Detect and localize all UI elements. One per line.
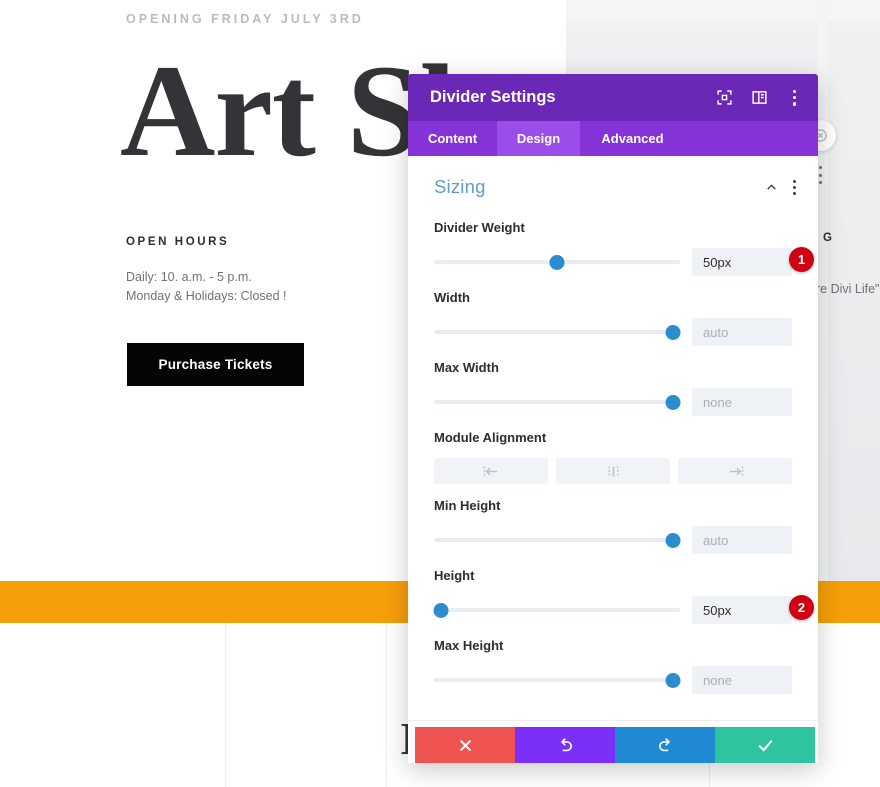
slider-thumb[interactable] xyxy=(433,602,449,618)
field-max-width: Max Width none xyxy=(408,360,818,416)
modal-header-actions xyxy=(715,88,804,107)
redo-icon xyxy=(658,737,670,751)
field-row: auto xyxy=(434,526,792,554)
field-row: none xyxy=(434,388,792,416)
slider-thumb[interactable] xyxy=(665,532,681,548)
settings-scroll-area: Sizing Divider Weight 50px 1 Width auto … xyxy=(408,156,818,763)
slider-track xyxy=(434,538,680,542)
sizing-section-actions xyxy=(764,179,796,195)
slider-height[interactable] xyxy=(433,602,680,618)
annotation-badge-2: 2 xyxy=(789,595,814,620)
background-right-panel-top xyxy=(566,0,880,20)
slider-thumb[interactable] xyxy=(665,394,681,410)
open-hours-line-1: Daily: 10. a.m. - 5 p.m. xyxy=(126,270,252,284)
field-row: none xyxy=(434,666,792,694)
open-hours-line-2: Monday & Holidays: Closed ! xyxy=(126,289,287,303)
field-min-height: Min Height auto xyxy=(408,498,818,554)
field-label: Min Height xyxy=(434,498,501,513)
sizing-more-vertical-icon[interactable] xyxy=(792,179,796,195)
more-vertical-icon[interactable] xyxy=(785,88,804,107)
page-scroll-rail[interactable] xyxy=(818,0,828,592)
value-max-width[interactable]: none xyxy=(692,388,792,416)
purchase-tickets-button[interactable]: Purchase Tickets xyxy=(127,343,304,386)
slider-thumb[interactable] xyxy=(665,324,681,340)
slider-max-height[interactable] xyxy=(434,672,681,688)
redo-button[interactable] xyxy=(615,727,715,763)
align-right-button[interactable] xyxy=(678,458,792,484)
value-height[interactable]: 50px 2 xyxy=(692,595,814,624)
value-min-height[interactable]: auto xyxy=(692,526,792,554)
value-text: auto xyxy=(703,532,729,548)
sizing-section-title: Sizing xyxy=(434,176,486,197)
align-right-icon xyxy=(729,466,743,476)
value-width[interactable]: auto xyxy=(692,318,792,346)
value-text: none xyxy=(703,394,732,410)
modal-action-bar xyxy=(415,727,815,763)
slider-max-width[interactable] xyxy=(434,394,681,410)
layout-view-icon[interactable] xyxy=(750,88,769,107)
clipped-quote-text: re Divi Life" xyxy=(816,282,880,296)
slider-track xyxy=(434,678,680,682)
value-text: 50px xyxy=(703,602,732,618)
slider-thumb[interactable] xyxy=(549,254,565,270)
field-width: Width auto xyxy=(408,290,818,346)
field-divider-weight: Divider Weight 50px 1 xyxy=(408,220,818,276)
tab-content[interactable]: Content xyxy=(408,121,497,156)
field-label: Divider Weight xyxy=(434,220,525,235)
slider-track xyxy=(434,400,680,404)
field-height: Height 50px 2 xyxy=(408,568,818,624)
undo-icon xyxy=(560,737,572,751)
modal-tabs: Content Design Advanced xyxy=(408,121,818,156)
column-divider-2 xyxy=(386,623,387,787)
align-center-button[interactable] xyxy=(556,458,670,484)
field-label: Max Width xyxy=(434,360,499,375)
slider-track xyxy=(434,330,680,334)
field-label: Module Alignment xyxy=(434,430,547,445)
slider-divider-weight[interactable] xyxy=(434,254,680,270)
field-module-alignment: Module Alignment xyxy=(408,430,818,484)
field-row: auto xyxy=(434,318,792,346)
close-icon xyxy=(459,739,471,751)
field-label: Max Height xyxy=(434,638,504,653)
value-max-height[interactable]: none xyxy=(692,666,792,694)
undo-button[interactable] xyxy=(515,727,615,763)
slider-min-height[interactable] xyxy=(434,532,681,548)
open-hours-heading: OPEN HOURS xyxy=(126,236,230,248)
field-row: 50px 1 xyxy=(434,247,814,276)
slider-thumb[interactable] xyxy=(665,672,681,688)
value-text: auto xyxy=(703,324,729,340)
column-divider-1 xyxy=(225,623,226,787)
modal-header: Divider Settings xyxy=(408,74,818,121)
tab-advanced[interactable]: Advanced xyxy=(580,121,685,156)
slider-track xyxy=(434,608,680,612)
cancel-button[interactable] xyxy=(415,727,515,763)
align-left-button[interactable] xyxy=(434,458,548,484)
sizing-section-header[interactable]: Sizing xyxy=(408,156,818,206)
modal-body: Sizing Divider Weight 50px 1 Width auto … xyxy=(408,156,818,763)
check-icon xyxy=(758,739,772,751)
value-text: 50px xyxy=(703,254,732,270)
clipped-heading-text: G xyxy=(823,232,834,244)
value-divider-weight[interactable]: 50px 1 xyxy=(692,247,814,276)
align-center-icon xyxy=(608,466,618,476)
align-left-icon xyxy=(483,466,497,476)
slider-width[interactable] xyxy=(434,324,681,340)
fullscreen-icon[interactable] xyxy=(715,88,734,107)
field-row: 50px 2 xyxy=(433,595,814,624)
field-label: Height xyxy=(434,568,475,583)
modal-title: Divider Settings xyxy=(430,88,556,106)
app-root: OPENING FRIDAY JULY 3RD Art Sh OPEN HOUR… xyxy=(0,0,880,787)
save-button[interactable] xyxy=(715,727,815,763)
background-more-vertical-icon[interactable] xyxy=(818,166,822,184)
annotation-badge-1: 1 xyxy=(789,247,814,272)
value-text: none xyxy=(703,672,732,688)
hero-eyebrow: OPENING FRIDAY JULY 3RD xyxy=(126,12,364,26)
field-label: Width xyxy=(434,290,470,305)
field-max-height: Max Height none xyxy=(408,638,818,694)
module-alignment-group xyxy=(434,458,792,484)
tab-design[interactable]: Design xyxy=(497,121,580,156)
chevron-up-icon[interactable] xyxy=(764,180,778,194)
divider-settings-modal: Divider Settings Content Design Advanced… xyxy=(408,74,818,763)
